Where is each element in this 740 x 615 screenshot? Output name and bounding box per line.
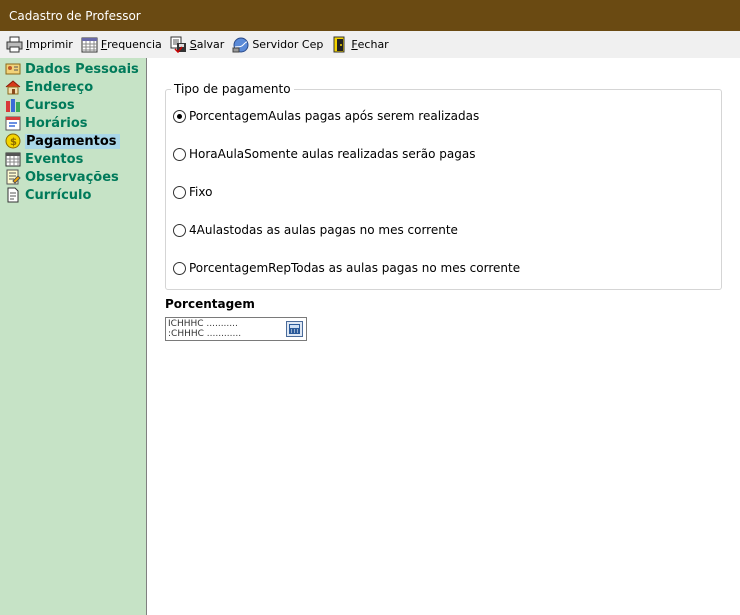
frequencia-label: requencia (107, 38, 162, 51)
radio-button[interactable] (173, 223, 186, 237)
document-icon (5, 187, 21, 203)
sidebar-item-eventos[interactable]: Eventos (5, 150, 83, 168)
radio-button[interactable] (173, 261, 186, 275)
payments-panel: Tipo de pagamento PorcentagemAulas pagas… (148, 58, 740, 615)
percentage-label: Porcentagem (165, 297, 255, 311)
radio-label: PorcentagemAulas pagas após serem realiz… (189, 109, 480, 123)
window-title: Cadastro de Professor (9, 9, 141, 23)
note-icon (5, 169, 21, 185)
printer-icon (6, 36, 23, 53)
save-icon (170, 36, 187, 54)
close-button[interactable]: Fechar (331, 34, 389, 56)
radio-4-aulas[interactable]: 4Aulastodas as aulas pagas no mes corren… (173, 222, 458, 238)
save-button[interactable]: Salvar (170, 34, 225, 56)
radio-button[interactable] (173, 185, 186, 199)
books-icon (5, 97, 21, 113)
sidebar-item-label: Currículo (25, 187, 92, 203)
sidebar-item-label: Observações (25, 169, 119, 185)
servidor-cep-label: Servidor Cep (252, 38, 324, 51)
sidebar-item-label: Cursos (25, 97, 75, 113)
radio-label: PorcentagemRepTodas as aulas pagas no me… (189, 261, 521, 275)
window-titlebar: Cadastro de Professor (0, 0, 740, 31)
sidebar-item-label: Pagamentos (25, 133, 120, 149)
print-label: mprimir (29, 38, 73, 51)
sidebar-item-label: Dados Pessoais (25, 61, 139, 77)
sidebar-item-pagamentos[interactable]: $ Pagamentos (5, 132, 120, 150)
sidebar-item-curriculo[interactable]: Currículo (5, 186, 91, 204)
percentage-value: ICHHHC ........... :CHHHC ............ (168, 319, 242, 339)
schedule-icon (5, 115, 21, 131)
sidebar-item-label: Endereço (25, 79, 94, 95)
calculator-icon[interactable] (286, 321, 303, 337)
radio-fixo[interactable]: Fixo (173, 184, 212, 200)
sidebar-item-cursos[interactable]: Cursos (5, 96, 75, 114)
house-icon (5, 79, 21, 95)
radio-label: 4Aulastodas as aulas pagas no mes corren… (189, 223, 458, 237)
payment-type-legend: Tipo de pagamento (174, 82, 291, 96)
id-card-icon (5, 61, 21, 77)
radio-button[interactable] (173, 147, 186, 161)
save-label: alvar (196, 38, 225, 51)
percentage-input[interactable]: ICHHHC ........... :CHHHC ............ (165, 317, 307, 341)
radio-porcentagem[interactable]: PorcentagemAulas pagas após serem realiz… (173, 108, 479, 124)
radio-label: Fixo (189, 185, 213, 199)
radio-hora-aula[interactable]: HoraAulaSomente aulas realizadas serão p… (173, 146, 475, 162)
svg-text:$: $ (10, 137, 17, 148)
servidor-cep-button[interactable]: Servidor Cep (232, 34, 323, 56)
toolbar: Imprimir Frequencia Salvar Servidor Cep … (0, 31, 740, 58)
sidebar-item-endereco[interactable]: Endereço (5, 78, 93, 96)
globe-icon (232, 36, 249, 53)
close-label: echar (357, 38, 389, 51)
radio-porcentagem-rep[interactable]: PorcentagemRepTodas as aulas pagas no me… (173, 260, 520, 276)
sidebar: Dados Pessoais Endereço Cursos Horários … (0, 58, 147, 615)
calendar-grid-icon (81, 36, 98, 53)
calendar-icon (5, 151, 21, 167)
sidebar-item-observacoes[interactable]: Observações (5, 168, 119, 186)
coin-icon: $ (5, 133, 21, 149)
exit-door-icon (331, 36, 348, 53)
print-button[interactable]: Imprimir (6, 34, 73, 56)
sidebar-item-label: Horários (25, 115, 88, 131)
radio-button[interactable] (173, 109, 186, 123)
save-hotkey: S (189, 38, 197, 51)
frequencia-button[interactable]: Frequencia (81, 34, 162, 56)
radio-label: HoraAulaSomente aulas realizadas serão p… (189, 147, 476, 161)
sidebar-item-horarios[interactable]: Horários (5, 114, 88, 132)
sidebar-item-label: Eventos (25, 151, 84, 167)
sidebar-item-dados-pessoais[interactable]: Dados Pessoais (5, 60, 139, 78)
